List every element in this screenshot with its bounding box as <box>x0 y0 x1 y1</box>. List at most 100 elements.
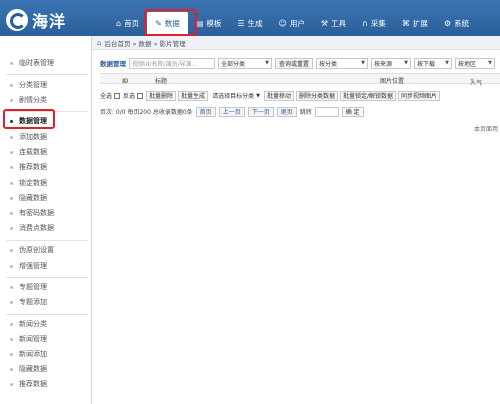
sidebar-item-hidden-data[interactable]: 隐藏数据 <box>0 191 92 205</box>
search-input[interactable]: 视频id/名称/演员/导演.. <box>129 57 215 69</box>
magnet-icon: ∩ <box>362 18 368 28</box>
invert-label: 反选 <box>123 93 136 100</box>
bullet-icon <box>10 382 13 386</box>
chevron-down-icon: ▼ <box>265 60 269 66</box>
sidebar-item-recommend-data[interactable]: 推荐数据 <box>0 160 92 174</box>
sidebar-item-add-data[interactable]: 添加数据 <box>0 130 92 144</box>
select-all-label: 全选 <box>100 93 113 100</box>
sidebar-item-points-data[interactable]: 消费点数据 <box>0 221 92 235</box>
sidebar-item-news-category[interactable]: 新闻分类 <box>0 317 92 331</box>
batch-lock-button[interactable]: 批量锁定/解锁数据 <box>339 90 396 101</box>
last-page-button[interactable]: 尾页 <box>276 106 297 117</box>
target-category-select[interactable]: 请选择目标分类 ▼ <box>210 91 262 101</box>
footer-text: 本页面用 <box>473 126 498 133</box>
nav-collect[interactable]: ∩ 采集 <box>354 12 394 34</box>
logo-icon <box>6 9 28 31</box>
divider <box>6 74 88 75</box>
chevron-down-icon: ▼ <box>488 60 493 66</box>
chevron-down-icon: ▼ <box>445 60 450 66</box>
sidebar-item-temp-table[interactable]: 临时表管理 <box>0 56 92 70</box>
confirm-button[interactable]: 确 定 <box>341 106 364 117</box>
batch-delete-button[interactable]: 批量删除 <box>146 90 177 101</box>
batch-move-button[interactable]: 批量移动 <box>263 90 294 101</box>
sidebar-item-password-data[interactable]: 有密码数据 <box>0 206 92 220</box>
query-reset-button[interactable]: 查询或重置 <box>275 57 314 69</box>
sidebar-item-pseudo-original[interactable]: 伪原创设置 <box>0 243 92 257</box>
sidebar-item-news-hidden[interactable]: 隐藏数据 <box>0 362 92 376</box>
breadcrumb-text: 后台首页 » 数据 » 影片管理 <box>104 39 186 48</box>
bullet-icon <box>10 165 13 169</box>
sidebar-item-topic-add[interactable]: 专题添加 <box>0 295 92 309</box>
batch-generate-button[interactable]: 批量生成 <box>178 90 209 101</box>
bullet-icon <box>10 181 13 185</box>
search-bar: 数据管理 视频id/名称/演员/导演.. 全部分类 ▼ 查询或重置 按分类 ▼ 按来… <box>100 57 500 69</box>
invert-checkbox[interactable] <box>137 92 144 99</box>
nav-extend[interactable]: ⌘ 扩展 <box>394 12 436 34</box>
first-page-button[interactable]: 首页 <box>195 106 216 117</box>
wrench-icon: ⚒ <box>320 18 329 28</box>
sync-images-button[interactable]: 同步视频图片 <box>398 90 441 101</box>
sitemap-icon: ⌘ <box>401 18 410 28</box>
sidebar-item-news-recommend[interactable]: 推荐数据 <box>0 377 92 391</box>
bullet-icon <box>10 337 13 341</box>
home-icon: ⌂ <box>116 18 122 28</box>
bullet-icon <box>10 61 13 65</box>
sort-select[interactable]: 按分类 ▼ <box>316 57 369 69</box>
nav-user[interactable]: ☺ 用户 <box>271 12 313 34</box>
bullet-icon <box>10 83 13 87</box>
nav-home[interactable]: ⌂ 首页 <box>108 12 147 34</box>
sidebar-item-serial-data[interactable]: 连载数据 <box>0 145 92 159</box>
logo[interactable]: 海洋 <box>6 8 86 32</box>
bullet-icon <box>10 248 13 252</box>
sidebar-data-highlight <box>3 109 55 129</box>
table-header: ID ⇅ 标题 图片位置 人气 ⇅ <box>100 73 500 87</box>
sidebar-item-enhance[interactable]: 增强管理 <box>0 259 92 273</box>
home-icon[interactable]: ⌂ <box>97 39 101 47</box>
chevron-down-icon: ▼ <box>256 92 260 99</box>
prev-page-button[interactable]: 上一页 <box>218 106 245 117</box>
search-title: 数据管理 <box>100 60 126 68</box>
nav-data-highlight <box>144 9 197 36</box>
bullet-icon <box>10 300 13 304</box>
gear-icon: ⚙ <box>443 18 452 28</box>
bullet-icon <box>10 367 13 371</box>
chevron-down-icon: ▼ <box>361 60 366 66</box>
bullet-icon <box>10 150 13 154</box>
bullet-icon <box>10 285 13 289</box>
top-header: 海洋 ⌂ 首页 ✎ 数据 ▤ 模板 ☰ 生成 ☺ 用户 ⚒ 工具 ∩ 采集 ⌘ 扩展 ⚙ 系统 <box>0 0 500 36</box>
region-select[interactable]: 按地区 ▼ <box>455 57 496 69</box>
batch-actions: 全选 反选 批量删除 批量生成 请选择目标分类 ▼ 批量移动 删除分类数据 批量锁… <box>100 90 500 101</box>
nav-tools[interactable]: ⚒ 工具 <box>313 12 354 34</box>
delete-category-data-button[interactable]: 删除分类数据 <box>295 90 338 101</box>
select-all-checkbox[interactable] <box>114 92 121 99</box>
page-jump-input[interactable] <box>314 106 339 117</box>
bullet-icon <box>10 135 13 139</box>
pagination: 页次: 0/0 每页200 总收录数据0条 首页 上一页 下一页 尾页 跳转 确… <box>100 106 500 117</box>
download-select[interactable]: 按下载 ▼ <box>414 57 453 69</box>
sort-icon: ⇅ <box>122 78 128 85</box>
category-select[interactable]: 全部分类 ▼ <box>218 57 272 69</box>
next-page-button[interactable]: 下一页 <box>247 106 274 117</box>
bullet-icon <box>10 98 13 102</box>
nav-system[interactable]: ⚙ 系统 <box>436 12 477 34</box>
sidebar-item-locked-data[interactable]: 锁定数据 <box>0 176 92 190</box>
bullet-icon <box>10 196 13 200</box>
col-title: 标题 <box>155 78 168 85</box>
sidebar-item-category[interactable]: 分类管理 <box>0 78 92 92</box>
nav-generate[interactable]: ☰ 生成 <box>229 12 270 34</box>
col-image: 图片位置 <box>380 78 405 85</box>
sidebar-item-news-manage[interactable]: 新闻管理 <box>0 332 92 346</box>
sidebar: 临时表管理 分类管理 剧情分类 数据管理 添加数据 连载数据 推荐数据 锁定数据… <box>0 36 92 404</box>
breadcrumb: ⌂ 后台首页 » 数据 » 影片管理 <box>92 36 500 50</box>
divider <box>6 277 88 278</box>
sidebar-item-topic-manage[interactable]: 专题管理 <box>0 280 92 294</box>
source-select[interactable]: 按来源 ▼ <box>371 57 412 69</box>
sidebar-item-news-add[interactable]: 新闻添加 <box>0 347 92 361</box>
bullet-icon <box>10 211 13 215</box>
list-icon: ☰ <box>237 18 245 28</box>
bullet-icon <box>10 226 13 230</box>
logo-text: 海洋 <box>32 12 67 31</box>
sidebar-item-plot-category[interactable]: 剧情分类 <box>0 93 92 107</box>
sort-icon: ⇅ <box>470 78 476 85</box>
page-info: 页次: 0/0 每页200 总收录数据0条 <box>100 109 193 116</box>
